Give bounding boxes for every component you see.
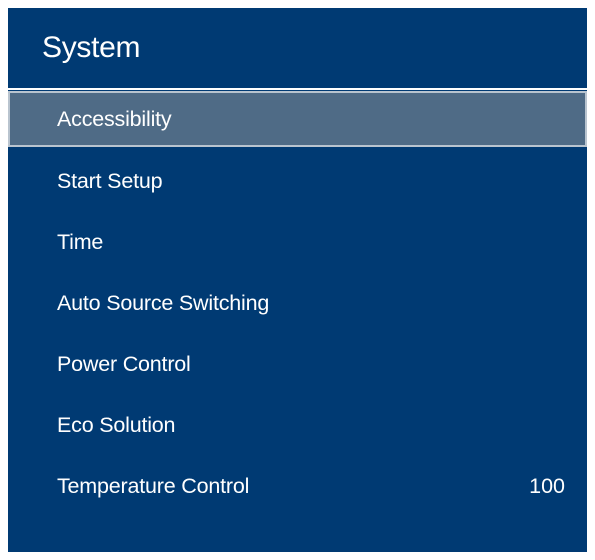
menu-item-start-setup[interactable]: Start Setup bbox=[8, 151, 587, 212]
menu-item-power-control[interactable]: Power Control bbox=[8, 334, 587, 395]
system-menu-panel: System Accessibility Start Setup Time Au… bbox=[8, 8, 587, 552]
menu-item-temperature-control[interactable]: Temperature Control 100 bbox=[8, 456, 587, 517]
menu-item-label: Accessibility bbox=[57, 107, 172, 131]
menu-list: Accessibility Start Setup Time Auto Sour… bbox=[8, 90, 587, 517]
menu-item-accessibility[interactable]: Accessibility bbox=[8, 91, 587, 147]
page-title: System bbox=[42, 31, 141, 64]
menu-item-label: Eco Solution bbox=[57, 413, 176, 437]
menu-item-label: Auto Source Switching bbox=[57, 291, 270, 315]
menu-item-auto-source-switching[interactable]: Auto Source Switching bbox=[8, 273, 587, 334]
menu-header: System bbox=[8, 8, 587, 88]
menu-item-label: Start Setup bbox=[57, 169, 163, 193]
menu-item-time[interactable]: Time bbox=[8, 212, 587, 273]
temperature-control-value: 100 bbox=[529, 474, 565, 498]
menu-item-label: Temperature Control bbox=[57, 474, 250, 498]
menu-item-eco-solution[interactable]: Eco Solution bbox=[8, 395, 587, 456]
menu-item-label: Power Control bbox=[57, 352, 191, 376]
menu-item-label: Time bbox=[57, 230, 104, 254]
